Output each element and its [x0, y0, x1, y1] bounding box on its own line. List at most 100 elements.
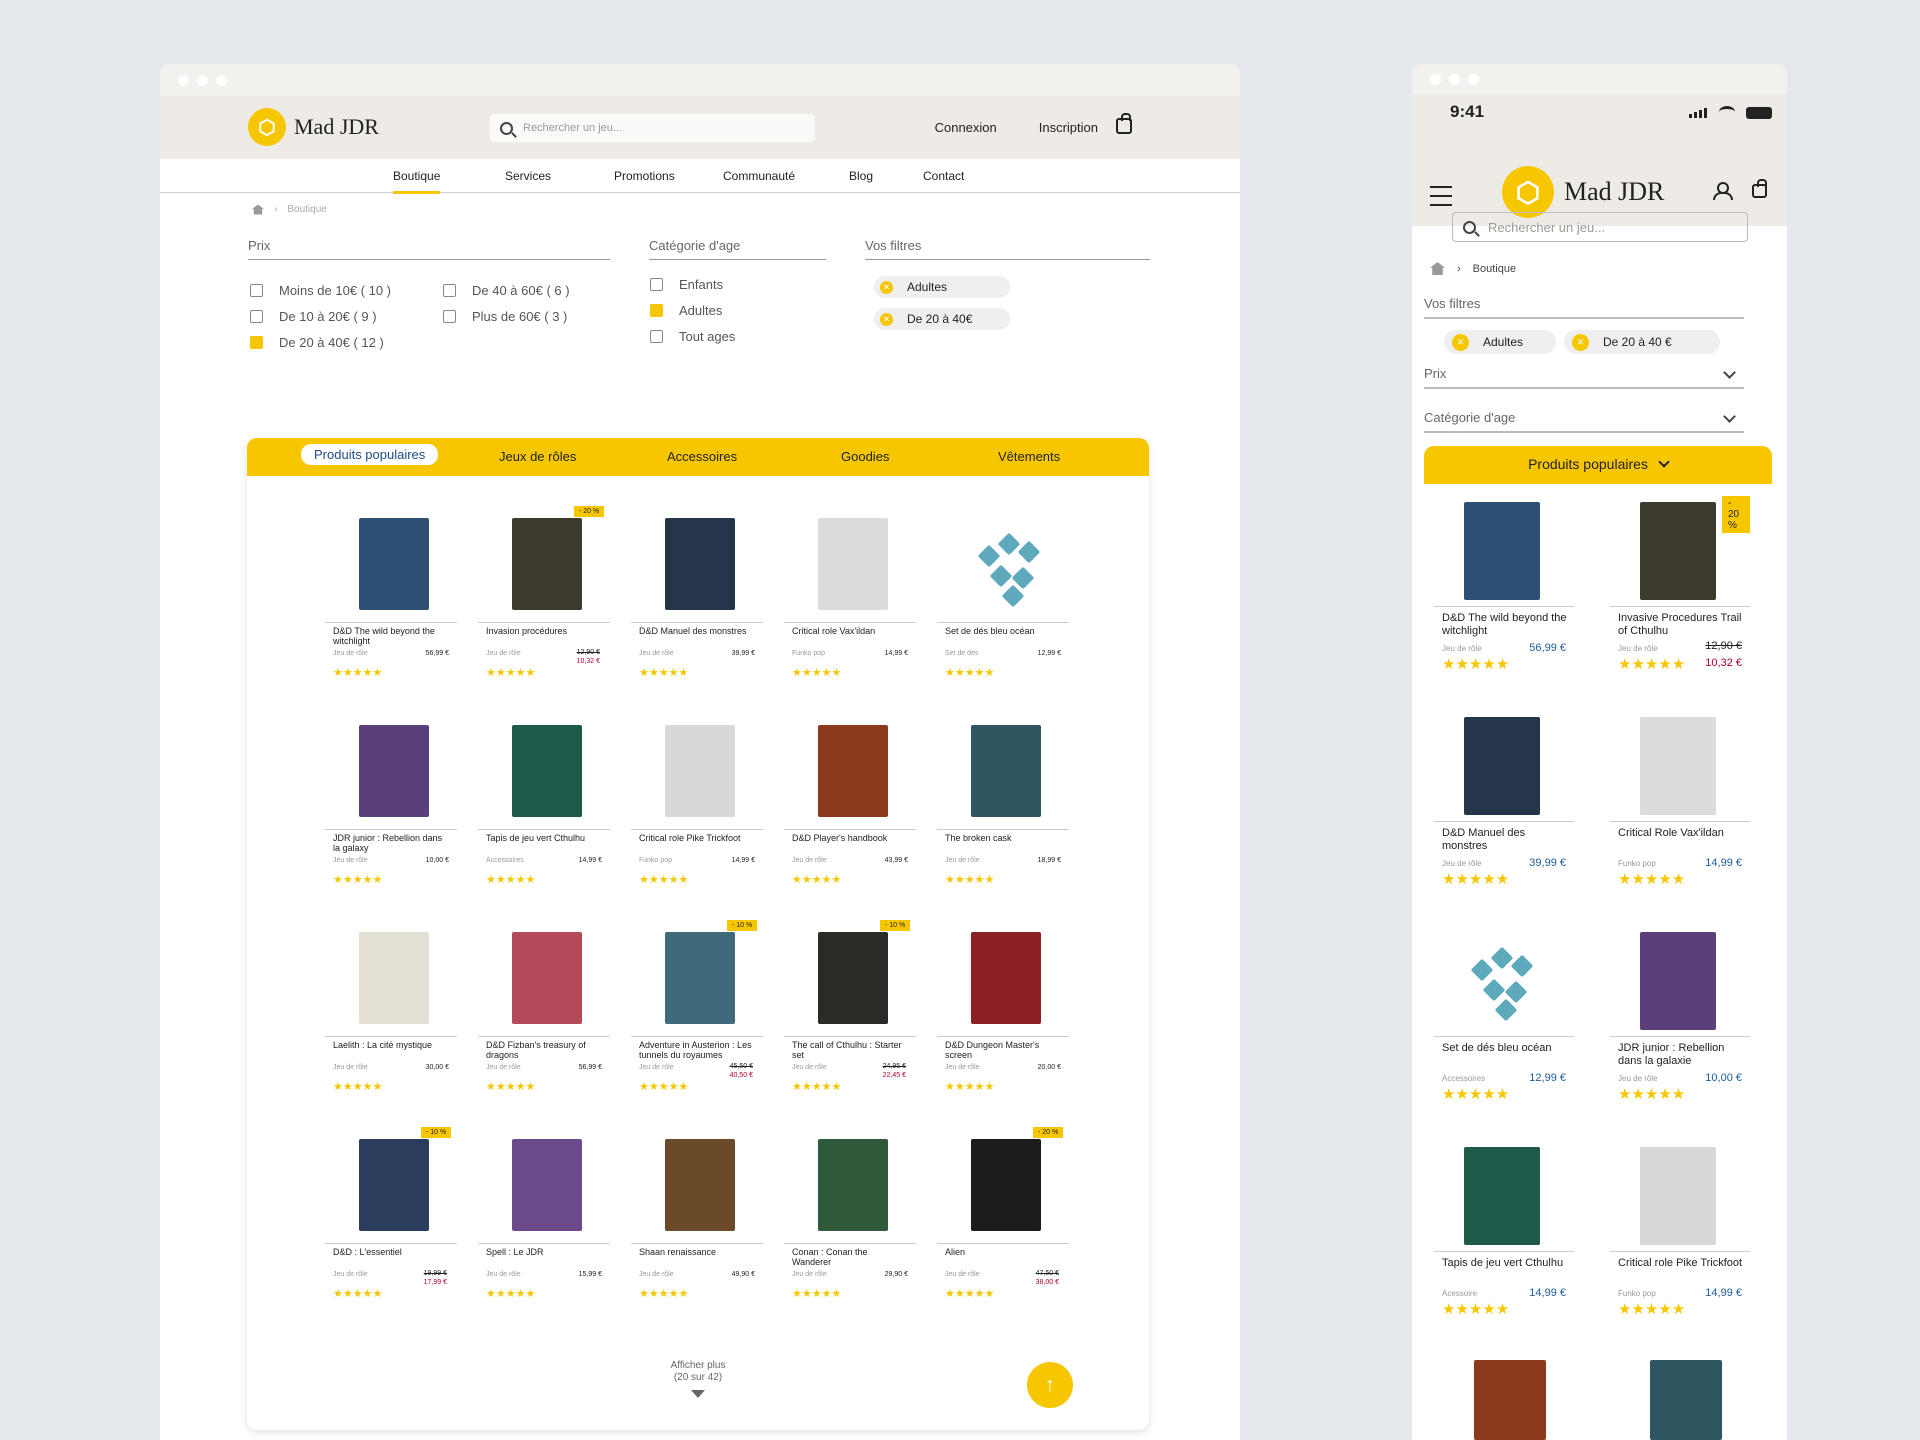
product-name[interactable]: Laelith : La cité mystique [333, 1040, 448, 1050]
checkbox[interactable] [250, 310, 263, 323]
product-image[interactable] [1464, 717, 1540, 815]
active-filter-chip[interactable]: ✕ Adultes [874, 276, 1010, 298]
product-image[interactable] [818, 725, 888, 817]
logo[interactable]: ⬡ Mad JDR [1502, 166, 1664, 218]
remove-filter-icon[interactable]: ✕ [880, 312, 893, 326]
product-card[interactable]: D&D Dungeon Master's screen Jeu de rôle 20… [937, 932, 1069, 1112]
product-image[interactable] [971, 932, 1041, 1024]
product-card[interactable]: Spell : Le JDR Jeu de rôle 15,99 € ★★★★★ [478, 1139, 610, 1319]
price-filter-section[interactable]: Prix [1424, 366, 1744, 389]
product-card[interactable]: D&D The wild beyond the witchlight Jeu de… [1434, 496, 1574, 696]
home-icon[interactable] [252, 204, 264, 215]
product-card[interactable]: Invasive Procedures Trail of Cthulhu Jeu … [1610, 496, 1750, 696]
product-image[interactable] [1640, 717, 1716, 815]
product-name[interactable]: Tapis de jeu vert Cthulhu [486, 833, 601, 843]
product-image[interactable] [512, 725, 582, 817]
product-card[interactable]: Tapis de jeu vert Cthulhu Accessoires 14,9… [478, 725, 610, 905]
checkbox[interactable] [443, 310, 456, 323]
product-card[interactable]: D&D Fizban's treasury of dragons Jeu de r… [478, 932, 610, 1112]
product-image[interactable] [1464, 502, 1540, 600]
product-name[interactable]: Tapis de jeu vert Cthulhu [1442, 1257, 1567, 1270]
price-option[interactable]: Plus de 60€ ( 3 ) [443, 309, 567, 324]
product-card[interactable]: Shaan renaissance Jeu de rôle 49,90 € ★★★★★ [631, 1139, 763, 1319]
product-name[interactable]: The broken cask [945, 833, 1060, 843]
remove-filter-icon[interactable]: ✕ [1572, 333, 1589, 351]
product-name[interactable]: D&D The wild beyond the witchlight [1442, 612, 1567, 638]
product-card[interactable]: D&D Manuel des monstres Jeu de rôle 39,99 … [631, 518, 763, 698]
remove-filter-icon[interactable]: ✕ [1452, 333, 1469, 351]
nav-services[interactable]: Services [505, 169, 551, 183]
search-input[interactable]: Rechercher un jeu... [490, 114, 815, 142]
category-dropdown[interactable]: Produits populaires [1424, 446, 1772, 484]
product-name[interactable]: Alien [945, 1247, 1060, 1257]
product-image[interactable] [971, 725, 1041, 817]
logo[interactable]: ⬡ Mad JDR [248, 108, 379, 146]
checkbox[interactable] [650, 330, 663, 343]
product-image[interactable] [665, 518, 735, 610]
cart-icon[interactable] [1752, 179, 1767, 198]
product-image[interactable] [359, 932, 429, 1024]
product-card[interactable]: JDR junior : Rebellion dans la galaxy Jeu… [325, 725, 457, 905]
active-filter-chip[interactable]: ✕ De 20 à 40€ [874, 308, 1010, 330]
scroll-top-button[interactable]: ↑ [1027, 1362, 1073, 1408]
product-card[interactable]: Alien Jeu de rôle 47,50 € 38,00 € ★★★★★ - 20 … [937, 1127, 1069, 1319]
product-image[interactable] [971, 1139, 1041, 1231]
product-name[interactable]: Critical role Pike Trickfoot [639, 833, 754, 843]
show-more[interactable]: Afficher plus (20 sur 42) [247, 1360, 1149, 1398]
product-card[interactable]: Critical role Pike Trickfoot Funko pop 14,… [1610, 1141, 1750, 1341]
product-image[interactable] [818, 518, 888, 610]
nav-promotions[interactable]: Promotions [614, 169, 675, 183]
product-card[interactable]: Critical role Vax'ildan Funko pop 14,99 € ★… [784, 518, 916, 698]
active-filters-section[interactable]: Vos filtres [1424, 296, 1744, 319]
tab-accessoires[interactable]: Accessoires [667, 449, 737, 464]
chevron-down-icon[interactable] [691, 1390, 705, 1398]
product-image[interactable] [1650, 1360, 1722, 1440]
product-card[interactable]: Set de dés bleu océan Set de dés 12,99 € ★★… [937, 518, 1069, 698]
product-card[interactable]: Laelith : La cité mystique Jeu de rôle 30,… [325, 932, 457, 1112]
nav-communaute[interactable]: Communauté [723, 169, 795, 183]
product-name[interactable]: Set de dés bleu océan [945, 626, 1060, 636]
nav-boutique[interactable]: Boutique [393, 169, 441, 194]
checkbox[interactable] [250, 284, 263, 297]
product-image[interactable] [1640, 932, 1716, 1030]
product-card[interactable]: Conan : Conan the Wanderer Jeu de rôle 29,… [784, 1139, 916, 1319]
product-image[interactable] [1474, 1360, 1546, 1440]
product-card[interactable]: JDR junior : Rebellion dans la galaxie Je… [1610, 926, 1750, 1126]
checkbox[interactable] [443, 284, 456, 297]
product-name[interactable]: The call of Cthulhu : Starter set [792, 1040, 907, 1060]
checkbox-checked[interactable] [650, 304, 663, 317]
price-option[interactable]: De 10 à 20€ ( 9 ) [250, 309, 377, 324]
product-image[interactable] [512, 932, 582, 1024]
menu-icon[interactable] [1430, 186, 1452, 206]
checkbox-checked[interactable] [250, 336, 263, 349]
active-filter-chip[interactable]: ✕ Adultes [1444, 330, 1556, 354]
age-option[interactable]: Enfants [650, 277, 723, 292]
product-name[interactable]: JDR junior : Rebellion dans la galaxie [1618, 1042, 1743, 1068]
price-option[interactable]: De 40 à 60€ ( 6 ) [443, 283, 570, 298]
chevron-down-icon[interactable] [1723, 366, 1736, 379]
product-name[interactable]: D&D Player's handbook [792, 833, 907, 843]
tab-jeux-de-roles[interactable]: Jeux de rôles [499, 449, 576, 464]
remove-filter-icon[interactable]: ✕ [880, 280, 893, 294]
chevron-down-icon[interactable] [1723, 410, 1736, 423]
product-name[interactable]: Shaan renaissance [639, 1247, 754, 1257]
product-name[interactable]: D&D Manuel des monstres [639, 626, 754, 636]
price-option[interactable]: De 20 à 40€ ( 12 ) [250, 335, 384, 350]
product-name[interactable]: Critical Role Vax'ildan [1618, 827, 1743, 840]
signup-link[interactable]: Inscription [1039, 120, 1098, 135]
product-name[interactable]: D&D Dungeon Master's screen [945, 1040, 1060, 1060]
product-image[interactable] [359, 725, 429, 817]
product-name[interactable]: Critical role Pike Trickfoot [1618, 1257, 1743, 1270]
nav-blog[interactable]: Blog [849, 169, 873, 183]
product-name[interactable]: Critical role Vax'ildan [792, 626, 907, 636]
product-card[interactable]: Invasion procédures Jeu de rôle 12,90 € 10,… [478, 506, 610, 698]
product-card[interactable]: D&D : L'essentiel Jeu de rôle 19,99 € 17,99… [325, 1127, 457, 1319]
cart-icon[interactable] [1116, 113, 1132, 134]
price-option[interactable]: Moins de 10€ ( 10 ) [250, 283, 391, 298]
product-name[interactable]: Spell : Le JDR [486, 1247, 601, 1257]
product-image[interactable] [818, 1139, 888, 1231]
product-card[interactable]: Critical Role Vax'ildan Funko pop 14,99 € ★… [1610, 711, 1750, 911]
age-option[interactable]: Tout ages [650, 329, 735, 344]
tab-goodies[interactable]: Goodies [841, 449, 889, 464]
age-option[interactable]: Adultes [650, 303, 722, 318]
